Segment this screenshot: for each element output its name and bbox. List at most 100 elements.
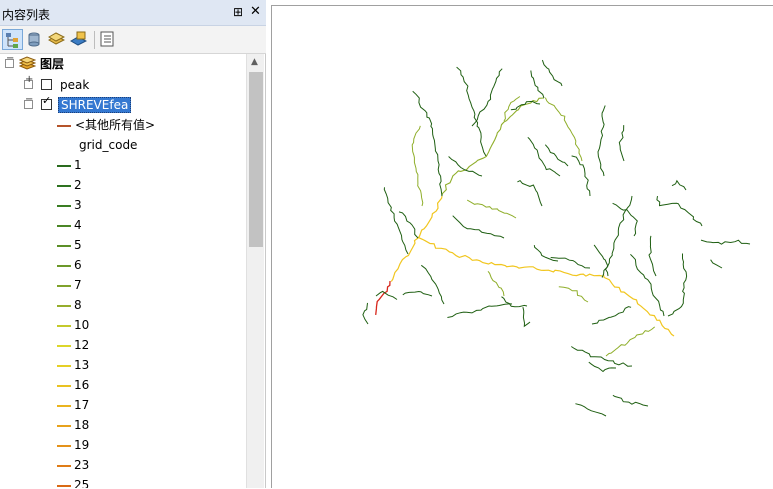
stream-segment[interactable] [527,136,561,177]
stream-segment[interactable] [541,59,563,87]
stream-segment[interactable] [575,403,607,417]
stream-segment[interactable] [522,306,531,328]
legend-symbol[interactable] [57,225,71,227]
list-by-drawing-order-button[interactable] [2,29,23,50]
legend-symbol[interactable] [57,325,71,327]
stream-segment[interactable] [618,125,625,162]
stream-segment[interactable] [630,253,665,317]
legend-label: 3 [74,198,82,212]
stream-segment[interactable] [550,257,591,269]
stream-segment[interactable] [447,303,513,318]
stream-segment[interactable] [601,195,633,278]
stream-segment[interactable] [597,105,606,177]
pin-icon[interactable]: ⊞ [233,5,243,19]
collapse-root-toggle[interactable]: − [5,54,14,68]
stream-segment[interactable] [530,70,545,99]
stream-segment[interactable] [456,66,487,157]
shrevefea-visibility-checkbox[interactable]: ✓ [41,95,52,110]
stream-segment[interactable] [571,155,591,197]
stream-segment[interactable] [558,286,589,303]
legend-symbol[interactable] [57,405,71,407]
stream-segment[interactable] [605,326,656,357]
stream-segment[interactable] [710,259,723,269]
legend-label: 7 [74,278,82,292]
stream-segment[interactable] [412,90,443,197]
stream-segment[interactable] [398,211,419,239]
stream-segment[interactable] [375,280,391,315]
stream-segment[interactable] [402,290,433,297]
stream-segment[interactable] [375,290,398,300]
stream-segment[interactable] [420,264,445,305]
other-values-symbol[interactable] [57,125,71,127]
stream-segment[interactable] [503,96,521,122]
stream-segment[interactable] [544,97,583,162]
list-by-selection-button[interactable] [68,29,89,50]
stream-segment[interactable] [362,302,369,325]
stream-segment[interactable] [417,236,603,277]
legend-label: 2 [74,178,82,192]
stream-segment[interactable] [571,346,633,367]
legend-symbol[interactable] [57,265,71,267]
legend-symbol[interactable] [57,465,71,467]
selection-layers-icon [70,31,87,46]
list-by-visibility-button[interactable] [46,29,67,50]
stream-segment[interactable] [411,125,424,207]
legend-label: 4 [74,218,82,232]
close-icon[interactable]: ✕ [250,4,261,19]
legend-symbol[interactable] [57,365,71,367]
legend-symbol[interactable] [57,185,71,187]
collapse-shrevefea-toggle[interactable]: − [24,95,33,109]
stream-segment[interactable] [383,187,409,255]
stream-segment[interactable] [648,235,657,277]
scroll-thumb[interactable] [249,72,263,247]
list-by-source-button[interactable] [24,29,45,50]
legend-symbol[interactable] [57,165,71,167]
stream-segment[interactable] [593,244,609,277]
stream-segment[interactable] [510,100,541,111]
stream-network-map[interactable] [272,6,773,489]
stream-segment[interactable] [448,156,483,177]
stream-segment[interactable] [441,97,545,197]
options-button[interactable] [97,29,118,50]
legend-symbol[interactable] [57,385,71,387]
stream-segment[interactable] [471,68,503,127]
stream-segment[interactable] [501,296,528,308]
stream-segment[interactable] [466,199,517,219]
scroll-up-icon[interactable]: ▲ [251,57,258,67]
legend-symbol[interactable] [57,445,71,447]
legend-symbol[interactable] [57,425,71,427]
legend-label: 16 [74,378,90,392]
stream-segment[interactable] [487,270,505,297]
stream-segment[interactable] [602,274,675,337]
stream-segment[interactable] [667,253,688,317]
stream-segment[interactable] [656,196,703,227]
toc-vertical-scrollbar[interactable]: ▲ [246,54,264,488]
legend-label: 5 [74,238,82,252]
map-view[interactable] [271,5,773,488]
peak-visibility-checkbox[interactable] [41,79,52,90]
stream-segment[interactable] [591,306,632,325]
expand-peak-toggle[interactable]: + [24,75,33,89]
legend-symbol[interactable] [57,305,71,307]
stream-segment[interactable] [517,179,543,207]
stream-segment[interactable] [452,215,505,239]
stream-segment[interactable] [588,361,617,373]
stream-segment[interactable] [533,245,559,262]
root-layer-label[interactable]: 图层 [40,54,64,74]
legend-symbol[interactable] [57,245,71,247]
legend-symbol[interactable] [57,345,71,347]
legend-symbol[interactable] [57,285,71,287]
layer-shrevefea-label[interactable]: SHREVEfea [58,97,132,113]
stream-segment[interactable] [544,144,569,167]
stream-segment[interactable] [700,239,751,245]
layer-shrevefea-item[interactable]: SHREVEfea [58,95,132,115]
layer-peak-label[interactable]: peak [60,75,89,95]
legend-symbol[interactable] [57,205,71,207]
stream-segment[interactable] [612,202,638,237]
legend-symbol[interactable] [57,485,71,487]
legend-label: 13 [74,358,90,372]
layer-tree: − 图层 + peak − ✓ SHREVEfea <其他所有值> grid_c… [0,54,246,488]
stream-segment[interactable] [671,179,687,191]
stream-segment[interactable] [390,195,443,282]
stream-segment[interactable] [612,394,649,407]
